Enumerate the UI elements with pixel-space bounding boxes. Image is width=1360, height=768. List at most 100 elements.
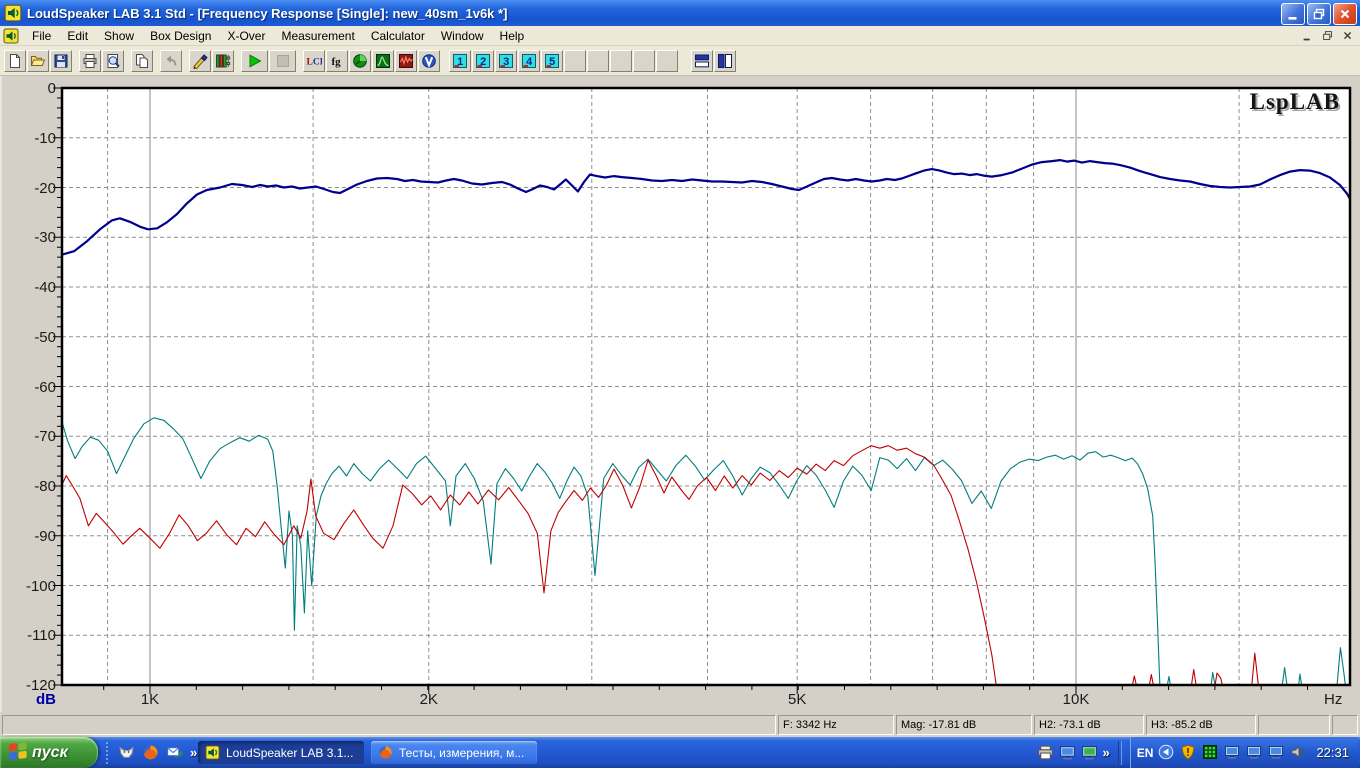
tray-language-bar-icon[interactable]	[1158, 744, 1175, 761]
split-v-icon	[717, 53, 733, 69]
signal-icon	[398, 53, 414, 69]
levels-button[interactable]	[212, 49, 234, 72]
start-label: пуск	[32, 743, 68, 761]
tray-overflow-chevron[interactable]: »	[1103, 745, 1110, 760]
overlay-4-button[interactable]: 4	[518, 49, 540, 72]
firefox-icon	[378, 745, 393, 760]
window-controls	[1281, 3, 1357, 25]
menu-x-over[interactable]: X-Over	[219, 27, 273, 45]
menu-edit[interactable]: Edit	[59, 27, 96, 45]
quicklaunch-overflow-chevron[interactable]: »	[190, 745, 197, 760]
overlay-1-button[interactable]: 1	[449, 49, 471, 72]
y-tick-label: -90	[34, 527, 56, 545]
tray-network-2-icon[interactable]	[1246, 744, 1263, 761]
tray-network-3-icon[interactable]	[1268, 744, 1285, 761]
thd-meter-button[interactable]	[418, 49, 440, 72]
frequency-response-chart: LspLAB dB Hz 0 -10 -20 -30 -40 -50 -60 -70 -80 -9…	[0, 76, 1360, 712]
lsp-app-icon	[205, 745, 220, 760]
blank-icon	[613, 53, 629, 69]
print-icon	[82, 53, 98, 69]
open-file-button[interactable]	[27, 49, 49, 72]
over6-button	[564, 49, 586, 72]
tray-printer-icon[interactable]	[1037, 744, 1054, 761]
y-tick-label: -10	[34, 129, 56, 147]
taskbar-task-2[interactable]: Тесты, измерения, м...	[371, 741, 537, 764]
svg-text:4: 4	[526, 56, 533, 68]
menu-calculator[interactable]: Calculator	[363, 27, 433, 45]
x-tick-label: 5K	[788, 691, 807, 708]
toolbar: LCR fg 1 2 3 4 5	[0, 46, 1360, 76]
y-tick-label: -70	[34, 428, 56, 446]
generator-setup-button[interactable]	[189, 49, 211, 72]
tray-computer-2-icon[interactable]	[1081, 744, 1098, 761]
over9-button	[633, 49, 655, 72]
blank-icon	[636, 53, 652, 69]
tile-vertical-button[interactable]	[714, 49, 736, 72]
copy-button[interactable]	[131, 49, 153, 72]
overlay-2-button[interactable]: 2	[472, 49, 494, 72]
minimize-button-icon[interactable]	[1281, 3, 1305, 25]
over7-button	[587, 49, 609, 72]
task-label: Тесты, измерения, м...	[399, 745, 525, 760]
menu-measurement[interactable]: Measurement	[273, 27, 362, 45]
menu-items: File Edit Show Box Design X-Over Measurement C…	[24, 27, 532, 45]
mdi-restore-icon[interactable]	[1319, 28, 1336, 43]
taskbar-task-1[interactable]: LoudSpeaker LAB 3.1...	[198, 741, 364, 764]
status-cell-5	[1258, 715, 1330, 735]
language-indicator[interactable]: EN	[1137, 746, 1154, 760]
save-button[interactable]	[50, 49, 72, 72]
tray-computer-1-icon[interactable]	[1059, 744, 1076, 761]
signal-analyzer-button[interactable]	[395, 49, 417, 72]
restore-button-icon[interactable]	[1307, 3, 1331, 25]
status-h2: H2: -73.1 dB	[1034, 715, 1144, 735]
close-button-icon[interactable]	[1333, 3, 1357, 25]
quicklaunch-mail-icon[interactable]	[166, 744, 183, 761]
print-button[interactable]	[79, 49, 101, 72]
tray-network-1-icon[interactable]	[1224, 744, 1241, 761]
fg-icon: fg	[329, 53, 345, 69]
lcr-icon: LCR	[306, 53, 323, 69]
toolbar-separator	[441, 50, 449, 72]
svg-text:1: 1	[457, 56, 463, 68]
start-button[interactable]: пуск	[0, 737, 98, 768]
tray-security-shield-icon[interactable]	[1180, 744, 1197, 761]
app-window: LoudSpeaker LAB 3.1 Std - [Frequency Res…	[0, 0, 1360, 768]
print-preview-button[interactable]	[102, 49, 124, 72]
mdi-window-controls	[1299, 28, 1356, 43]
tray-grid-app-icon[interactable]	[1202, 744, 1219, 761]
taskbar-clock: 22:31	[1316, 745, 1349, 760]
menu-help[interactable]: Help	[492, 27, 533, 45]
stop-icon	[275, 53, 291, 69]
mdi-minimize-icon[interactable]	[1299, 28, 1316, 43]
tray-volume-icon[interactable]	[1290, 744, 1307, 761]
impulse-icon	[375, 53, 391, 69]
menu-show[interactable]: Show	[96, 27, 142, 45]
menubar: File Edit Show Box Design X-Over Measurement C…	[0, 26, 1360, 46]
new-file-button[interactable]	[4, 49, 26, 72]
phase-meter-button[interactable]	[349, 49, 371, 72]
quicklaunch-fox-icon[interactable]	[118, 744, 135, 761]
mdi-close-icon[interactable]	[1339, 28, 1356, 43]
overlay-3-button[interactable]: 3	[495, 49, 517, 72]
task-label: LoudSpeaker LAB 3.1...	[226, 745, 354, 760]
over8-button	[610, 49, 632, 72]
signal-generator-button[interactable]: fg	[326, 49, 348, 72]
x-tick-label: 10K	[1062, 691, 1090, 708]
menu-box-design[interactable]: Box Design	[142, 27, 219, 45]
start-measurement-button[interactable]	[241, 49, 268, 72]
system-tray: » EN 22:31	[1037, 737, 1360, 768]
menu-file[interactable]: File	[24, 27, 59, 45]
menu-window[interactable]: Window	[433, 27, 492, 45]
svg-text:3: 3	[503, 56, 509, 68]
blank-icon	[659, 53, 675, 69]
y-tick-label: -50	[34, 328, 56, 346]
impulse-response-button[interactable]	[372, 49, 394, 72]
gen-setup-icon	[192, 53, 208, 69]
overlay-5-button[interactable]: 5	[541, 49, 563, 72]
lcr-meter-button[interactable]: LCR	[303, 49, 325, 72]
thd-icon	[421, 53, 437, 69]
quicklaunch-firefox-icon[interactable]	[142, 744, 159, 761]
plot-area[interactable]	[2, 76, 1360, 712]
tile-horizontal-button[interactable]	[691, 49, 713, 72]
document-icon	[3, 28, 19, 44]
